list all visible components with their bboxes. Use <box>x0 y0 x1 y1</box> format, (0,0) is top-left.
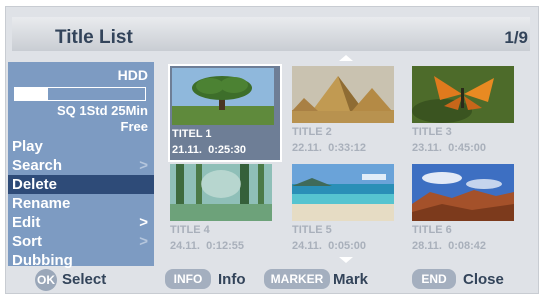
title-name: TITLE 6 <box>412 224 452 236</box>
thumbnail-image <box>170 164 272 221</box>
title-duration: 0:33:12 <box>328 142 367 154</box>
storage-remaining-time: SQ 1Std 25Min <box>56 103 148 118</box>
submenu-arrow-icon: > <box>139 157 148 174</box>
title-duration: 0:12:55 <box>206 240 245 252</box>
end-key-icon: END <box>412 269 456 289</box>
action-menu: Play Search > Delete Rename Edit > Sort > Dubbing <box>8 137 154 270</box>
ok-key-icon: OK <box>35 269 57 291</box>
menu-item-rename[interactable]: Rename <box>8 194 154 213</box>
menu-item-label: Delete <box>12 176 58 193</box>
page-title: Title List <box>55 27 133 48</box>
info-label: Info <box>218 271 246 288</box>
thumbnail-image <box>292 164 394 221</box>
storage-usage-bar <box>14 87 146 101</box>
title-date-duration: 21.11. 0:25:30 <box>172 144 246 156</box>
storage-device-label: HDD <box>117 67 148 83</box>
sidebar: HDD SQ 1Std 25Min Free Play Search > Delete… <box>8 62 154 269</box>
title-date: 21.11. <box>172 144 202 156</box>
title-duration: 0:45:00 <box>448 142 487 154</box>
menu-item-delete[interactable]: Delete <box>8 175 154 194</box>
select-label: Select <box>62 271 107 288</box>
thumbnail-image <box>412 164 514 221</box>
title-date: 24.11. <box>292 240 322 252</box>
mark-label: Mark <box>333 271 369 288</box>
title-name: TITLE 3 <box>412 126 452 138</box>
thumbnail-image <box>412 66 514 123</box>
storage-free-label: Free <box>120 119 148 134</box>
menu-item-edit[interactable]: Edit > <box>8 213 154 232</box>
title-date: 23.11. <box>412 142 442 154</box>
menu-item-label: Edit <box>12 214 41 231</box>
scroll-down-arrow-icon[interactable] <box>339 257 353 263</box>
title-name: TITLE 4 <box>170 224 210 236</box>
menu-item-search[interactable]: Search > <box>8 156 154 175</box>
title-date-duration: 24.11. 0:05:00 <box>292 240 366 252</box>
title-duration: 0:08:42 <box>448 240 487 252</box>
marker-key-icon: MARKER <box>264 269 330 289</box>
title-thumbnail-4[interactable]: TITLE 4 24.11. 0:12:55 <box>168 162 278 256</box>
title-thumbnail-5[interactable]: TITLE 5 24.11. 0:05:00 <box>290 162 400 256</box>
title-name: TITEL 1 <box>172 128 212 140</box>
menu-item-label: Rename <box>12 195 71 212</box>
title-thumbnail-6[interactable]: TITLE 6 28.11. 0:08:42 <box>410 162 520 256</box>
page-number: 1/9 <box>504 28 528 47</box>
title-duration: 0:25:30 <box>208 144 247 156</box>
submenu-arrow-icon: > <box>139 214 148 231</box>
menu-item-label: Dubbing <box>12 252 73 269</box>
menu-item-label: Search <box>12 157 63 174</box>
menu-item-play[interactable]: Play <box>8 137 154 156</box>
title-thumbnail-2[interactable]: TITLE 2 22.11. 0:33:12 <box>290 64 400 158</box>
info-key-icon: INFO <box>165 269 211 289</box>
menu-item-label: Sort <box>12 233 42 250</box>
submenu-arrow-icon: > <box>139 233 148 250</box>
menu-item-label: Play <box>12 138 43 155</box>
title-thumbnail-3[interactable]: TITLE 3 23.11. 0:45:00 <box>410 64 520 158</box>
title-date-duration: 28.11. 0:08:42 <box>412 240 486 252</box>
title-date-duration: 24.11. 0:12:55 <box>170 240 244 252</box>
title-thumbnail-1[interactable]: TITEL 1 21.11. 0:25:30 <box>168 64 282 162</box>
title-date: 24.11. <box>170 240 200 252</box>
title-date: 22.11. <box>292 142 322 154</box>
thumbnail-image <box>292 66 394 123</box>
title-name: TITLE 2 <box>292 126 332 138</box>
title-date: 28.11. <box>412 240 442 252</box>
close-label: Close <box>463 271 504 288</box>
title-date-duration: 23.11. 0:45:00 <box>412 142 486 154</box>
title-duration: 0:05:00 <box>328 240 367 252</box>
scroll-up-arrow-icon[interactable] <box>339 55 353 61</box>
menu-item-dubbing[interactable]: Dubbing <box>8 251 154 270</box>
footer-key-guide: OK Select INFO Info MARKER Mark END Clos… <box>0 269 542 291</box>
title-date-duration: 22.11. 0:33:12 <box>292 142 366 154</box>
storage-usage-fill <box>15 88 48 100</box>
menu-item-sort[interactable]: Sort > <box>8 232 154 251</box>
thumbnail-image <box>172 68 274 125</box>
title-name: TITLE 5 <box>292 224 332 236</box>
